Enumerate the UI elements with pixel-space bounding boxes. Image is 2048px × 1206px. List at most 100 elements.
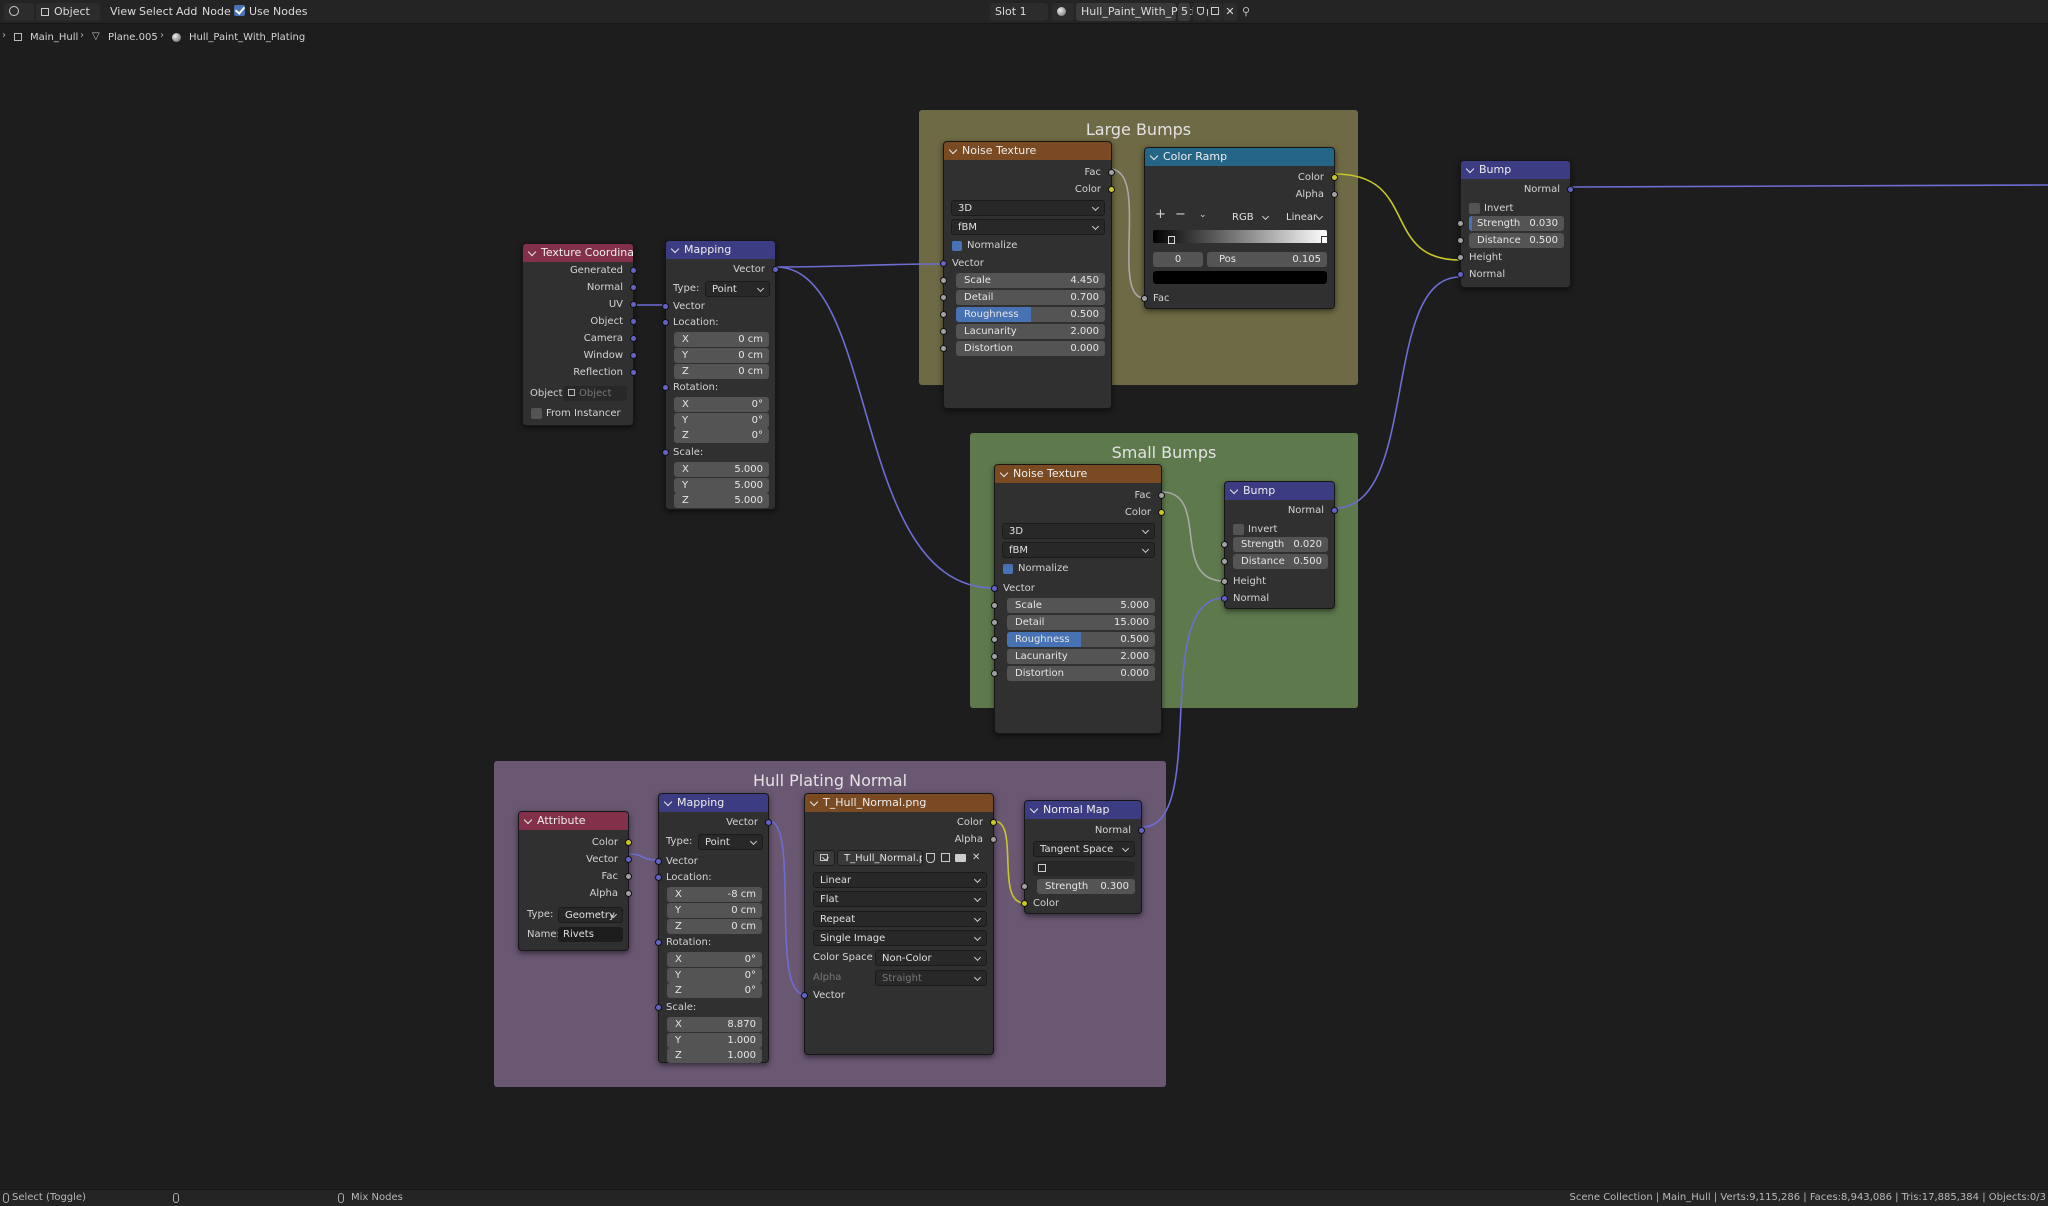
material-browse-button[interactable] bbox=[1052, 3, 1074, 21]
lacunarity-field[interactable]: Lacunarity 2.000 bbox=[956, 324, 1105, 339]
chevron-down-icon[interactable]: ⌄ bbox=[1199, 209, 1207, 222]
lacunarity-field[interactable]: Lacunarity 2.000 bbox=[1007, 649, 1155, 664]
socket-distortion[interactable] bbox=[991, 670, 998, 677]
fake-user-icon[interactable] bbox=[926, 853, 935, 863]
socket-distortion[interactable] bbox=[940, 345, 947, 352]
node-mapping-plating[interactable]: Mapping Vector Type: Point Vector Locati… bbox=[655, 793, 772, 1063]
node-texture-coordinate[interactable]: Texture Coordinate Generated Normal UV O… bbox=[522, 243, 637, 426]
socket-uv[interactable] bbox=[630, 301, 637, 308]
node-header[interactable]: Mapping bbox=[659, 794, 768, 812]
socket-alpha[interactable] bbox=[625, 890, 632, 897]
node-canvas[interactable]: Large Bumps Small Bumps Hull Plating Nor… bbox=[0, 49, 2048, 1189]
socket-alpha-out[interactable] bbox=[1331, 191, 1338, 198]
scale-z[interactable]: Z 1.000 bbox=[667, 1048, 762, 1063]
socket-color[interactable] bbox=[990, 819, 997, 826]
node-header[interactable]: Texture Coordinate bbox=[523, 244, 633, 262]
socket-lacunarity[interactable] bbox=[940, 328, 947, 335]
socket-normal-in[interactable] bbox=[1221, 595, 1228, 602]
socket-vector-in[interactable] bbox=[662, 303, 669, 310]
node-header[interactable]: Bump bbox=[1461, 161, 1570, 179]
interpolation-dropdown[interactable]: Linear bbox=[813, 872, 987, 888]
uv-map-field[interactable] bbox=[1033, 861, 1135, 876]
socket-rotation[interactable] bbox=[655, 939, 662, 946]
node-header[interactable]: Mapping bbox=[666, 241, 775, 259]
space-dropdown[interactable]: Tangent Space bbox=[1033, 841, 1135, 857]
socket-normal-out[interactable] bbox=[1567, 186, 1574, 193]
strength-field[interactable]: Strength 0.030 bbox=[1469, 216, 1564, 231]
socket-vector-out[interactable] bbox=[772, 266, 779, 273]
socket-object[interactable] bbox=[630, 318, 637, 325]
node-mapping[interactable]: Mapping Vector Type: Point Vector Locati… bbox=[662, 240, 779, 510]
user-count-badge[interactable]: 5 bbox=[1178, 3, 1190, 21]
socket-vector-in[interactable] bbox=[991, 585, 998, 592]
noise-type-dropdown[interactable]: fBM bbox=[951, 219, 1105, 235]
rotation-x[interactable]: X 0° bbox=[667, 952, 762, 967]
node-bump-main[interactable]: Bump Normal Invert Strength 0.030 Distanc… bbox=[1457, 160, 1574, 288]
socket-fac[interactable] bbox=[625, 873, 632, 880]
material-name-field[interactable]: Hull_Paint_With_Plating bbox=[1076, 3, 1209, 21]
node-header[interactable]: Color Ramp bbox=[1145, 148, 1334, 166]
socket-detail[interactable] bbox=[991, 619, 998, 626]
node-header[interactable]: Bump bbox=[1225, 482, 1334, 500]
socket-normal[interactable] bbox=[630, 284, 637, 291]
socket-vector[interactable] bbox=[625, 856, 632, 863]
node-header[interactable]: Attribute bbox=[519, 812, 628, 830]
rotation-y[interactable]: Y 0° bbox=[674, 413, 769, 428]
slot-dropdown[interactable]: Slot 1 bbox=[990, 3, 1048, 21]
source-dropdown[interactable]: Single Image bbox=[813, 930, 987, 946]
socket-window[interactable] bbox=[630, 352, 637, 359]
color-ramp-gradient[interactable] bbox=[1153, 230, 1327, 243]
breadcrumb-mesh[interactable]: Plane.005 bbox=[108, 31, 158, 44]
socket-fac[interactable] bbox=[1158, 492, 1165, 499]
socket-location[interactable] bbox=[662, 319, 669, 326]
use-nodes-toggle[interactable]: Use Nodes bbox=[234, 4, 308, 20]
socket-scale[interactable] bbox=[655, 1004, 662, 1011]
from-instancer-checkbox[interactable] bbox=[531, 408, 542, 419]
socket-roughness[interactable] bbox=[940, 311, 947, 318]
node-color-ramp[interactable]: Color Ramp Color Alpha + − ⌄ RGB Linear … bbox=[1141, 147, 1338, 309]
scale-y[interactable]: Y 1.000 bbox=[667, 1033, 762, 1048]
noise-type-dropdown[interactable]: fBM bbox=[1002, 542, 1155, 558]
stop-index-field[interactable]: 0 bbox=[1153, 252, 1203, 267]
node-noise-texture-small[interactable]: Noise Texture Fac Color 3D fBM Normalize… bbox=[991, 464, 1165, 734]
breadcrumb-object[interactable]: Main_Hull bbox=[30, 31, 78, 44]
mode-dropdown[interactable]: Object bbox=[36, 3, 100, 21]
location-z[interactable]: Z 0 cm bbox=[674, 364, 769, 379]
colorspace-dropdown[interactable]: Non-Color bbox=[875, 950, 987, 966]
dimensions-dropdown[interactable]: 3D bbox=[1002, 523, 1155, 539]
pin-icon[interactable]: ⚲ bbox=[1242, 4, 1250, 20]
scale-x[interactable]: X 5.000 bbox=[674, 462, 769, 477]
socket-vector-in[interactable] bbox=[940, 260, 947, 267]
socket-strength[interactable] bbox=[1221, 541, 1228, 548]
normalize-checkbox[interactable] bbox=[1003, 564, 1013, 574]
socket-scale[interactable] bbox=[662, 449, 669, 456]
menu-add[interactable]: Add bbox=[176, 4, 197, 20]
interpolation-dropdown[interactable]: Linear bbox=[1279, 209, 1329, 225]
image-name-field[interactable]: T_Hull_Normal.p... bbox=[837, 850, 923, 866]
socket-height[interactable] bbox=[1457, 254, 1464, 261]
socket-camera[interactable] bbox=[630, 335, 637, 342]
breadcrumb-material[interactable]: Hull_Paint_With_Plating bbox=[189, 31, 305, 44]
socket-location[interactable] bbox=[655, 874, 662, 881]
stop-position-field[interactable]: Pos 0.105 bbox=[1207, 252, 1327, 267]
rotation-z[interactable]: Z 0° bbox=[667, 983, 762, 998]
use-nodes-checkbox[interactable] bbox=[234, 5, 245, 16]
socket-color-in[interactable] bbox=[1021, 900, 1028, 907]
socket-strength[interactable] bbox=[1021, 883, 1028, 890]
socket-vector-in[interactable] bbox=[801, 992, 808, 999]
menu-select[interactable]: Select bbox=[139, 4, 173, 20]
socket-fac[interactable] bbox=[1108, 169, 1115, 176]
distortion-field[interactable]: Distortion 0.000 bbox=[956, 341, 1105, 356]
remove-stop-icon[interactable]: − bbox=[1175, 208, 1186, 221]
socket-lacunarity[interactable] bbox=[991, 653, 998, 660]
distance-field[interactable]: Distance 0.500 bbox=[1469, 233, 1564, 248]
socket-distance[interactable] bbox=[1221, 558, 1228, 565]
extension-dropdown[interactable]: Repeat bbox=[813, 911, 987, 927]
socket-normal-in[interactable] bbox=[1457, 271, 1464, 278]
node-image-texture[interactable]: T_Hull_Normal.png Color Alpha T_Hull_Nor… bbox=[801, 793, 997, 1055]
scale-field[interactable]: Scale 4.450 bbox=[956, 273, 1105, 288]
socket-scale[interactable] bbox=[940, 277, 947, 284]
ramp-stop-white[interactable] bbox=[1321, 236, 1328, 244]
location-z[interactable]: Z 0 cm bbox=[667, 919, 762, 934]
distance-field[interactable]: Distance 0.500 bbox=[1233, 554, 1328, 569]
